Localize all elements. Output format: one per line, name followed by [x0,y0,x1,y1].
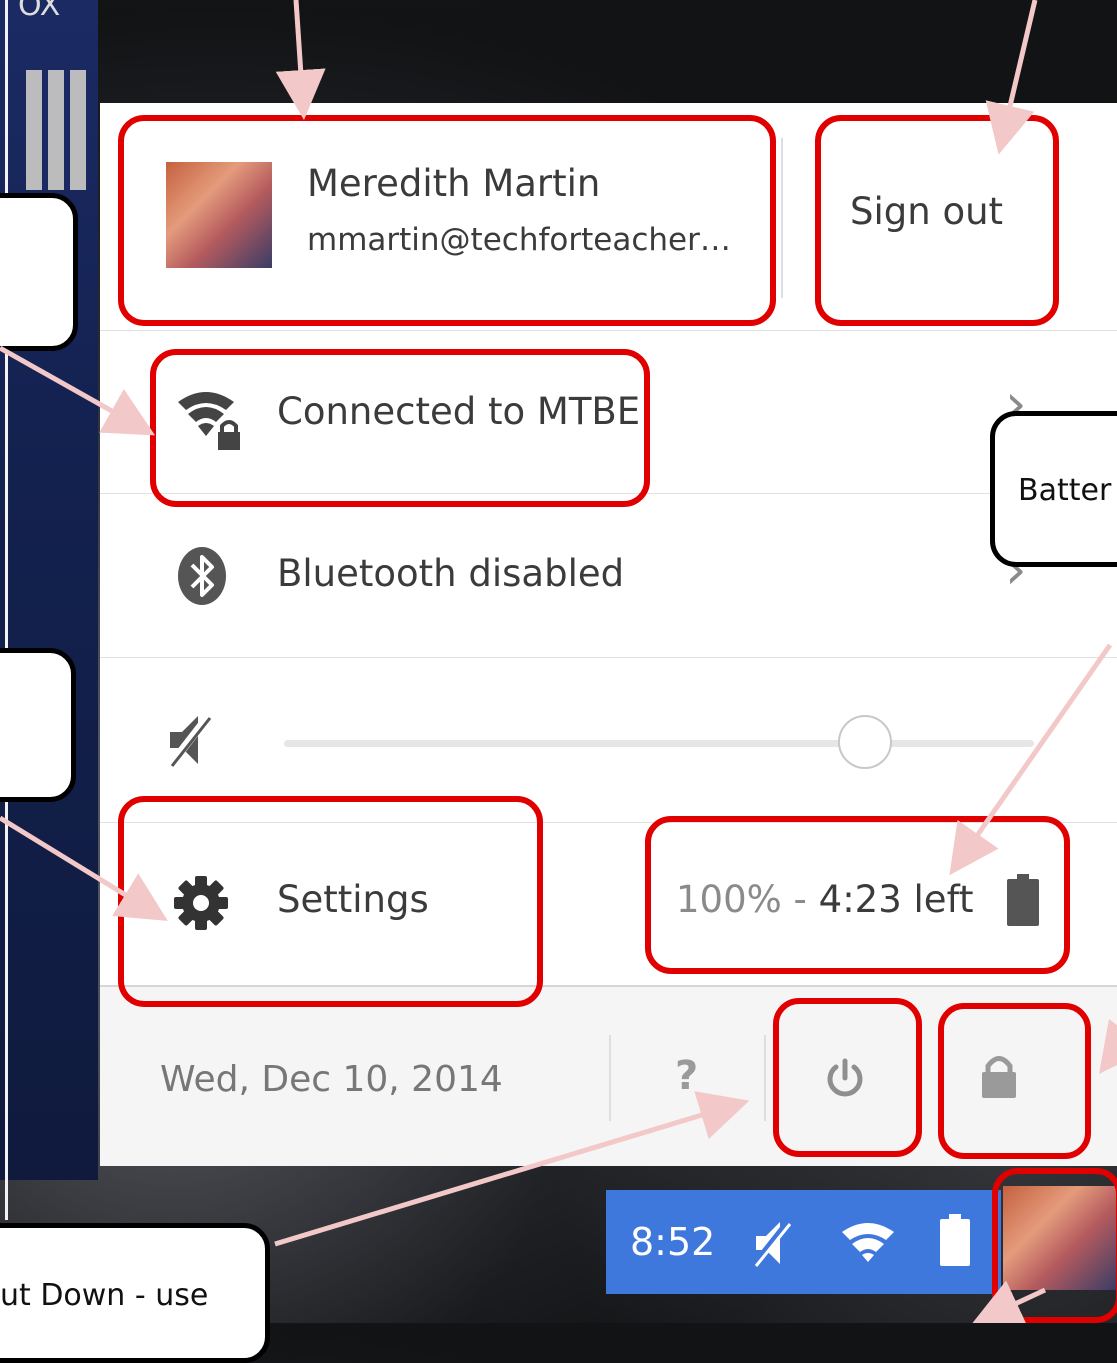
annotation-arrows [0,0,1117,1323]
